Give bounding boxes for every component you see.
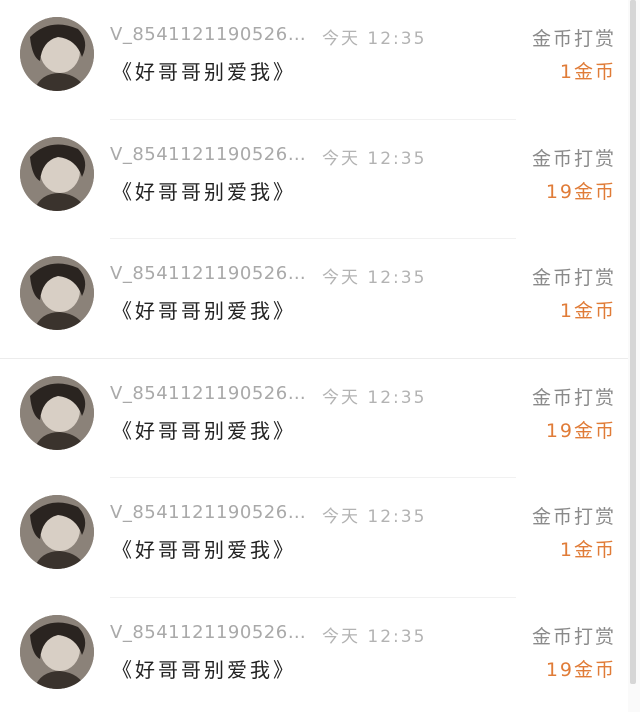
username: V_8541121190526… (110, 144, 306, 165)
timestamp: 今天 12:35 (322, 144, 426, 169)
list-item[interactable]: V_8541121190526… 今天 12:35 《好哥哥别爱我》 金币打赏 … (0, 0, 628, 120)
timestamp: 今天 12:35 (322, 263, 426, 288)
username: V_8541121190526… (110, 502, 306, 523)
avatar[interactable] (20, 137, 94, 211)
reward-amount: 19金币 (546, 416, 616, 443)
book-title[interactable]: 《好哥哥别爱我》 (112, 534, 296, 563)
book-title[interactable]: 《好哥哥别爱我》 (112, 176, 296, 205)
reward-amount: 1金币 (560, 57, 616, 84)
list-item[interactable]: V_8541121190526… 今天 12:35 《好哥哥别爱我》 金币打赏 … (0, 359, 628, 479)
list-item[interactable]: V_8541121190526… 今天 12:35 《好哥哥别爱我》 金币打赏 … (0, 239, 628, 359)
list-item[interactable]: V_8541121190526… 今天 12:35 《好哥哥别爱我》 金币打赏 … (0, 120, 628, 240)
reward-type-label: 金币打赏 (532, 263, 616, 290)
avatar[interactable] (20, 256, 94, 330)
reward-type-label: 金币打赏 (532, 144, 616, 171)
book-title[interactable]: 《好哥哥别爱我》 (112, 56, 296, 85)
reward-type-label: 金币打赏 (532, 383, 616, 410)
reward-amount: 1金币 (560, 296, 616, 323)
username: V_8541121190526… (110, 622, 306, 643)
book-title[interactable]: 《好哥哥别爱我》 (112, 295, 296, 324)
reward-type-label: 金币打赏 (532, 24, 616, 51)
avatar[interactable] (20, 495, 94, 569)
reward-type-label: 金币打赏 (532, 502, 616, 529)
scrollbar[interactable] (630, 0, 636, 684)
username: V_8541121190526… (110, 383, 306, 404)
list-item[interactable]: V_8541121190526… 今天 12:35 《好哥哥别爱我》 金币打赏 … (0, 598, 628, 717)
reward-amount: 19金币 (546, 655, 616, 682)
timestamp: 今天 12:35 (322, 24, 426, 49)
book-title[interactable]: 《好哥哥别爱我》 (112, 654, 296, 683)
book-title[interactable]: 《好哥哥别爱我》 (112, 415, 296, 444)
avatar[interactable] (20, 17, 94, 91)
username: V_8541121190526… (110, 263, 306, 284)
timestamp: 今天 12:35 (322, 502, 426, 527)
list-item[interactable]: V_8541121190526… 今天 12:35 《好哥哥别爱我》 金币打赏 … (0, 478, 628, 598)
username: V_8541121190526… (110, 24, 306, 45)
reward-list: V_8541121190526… 今天 12:35 《好哥哥别爱我》 金币打赏 … (0, 0, 628, 717)
avatar[interactable] (20, 376, 94, 450)
timestamp: 今天 12:35 (322, 622, 426, 647)
timestamp: 今天 12:35 (322, 383, 426, 408)
reward-amount: 19金币 (546, 177, 616, 204)
reward-amount: 1金币 (560, 535, 616, 562)
reward-type-label: 金币打赏 (532, 622, 616, 649)
avatar[interactable] (20, 615, 94, 689)
